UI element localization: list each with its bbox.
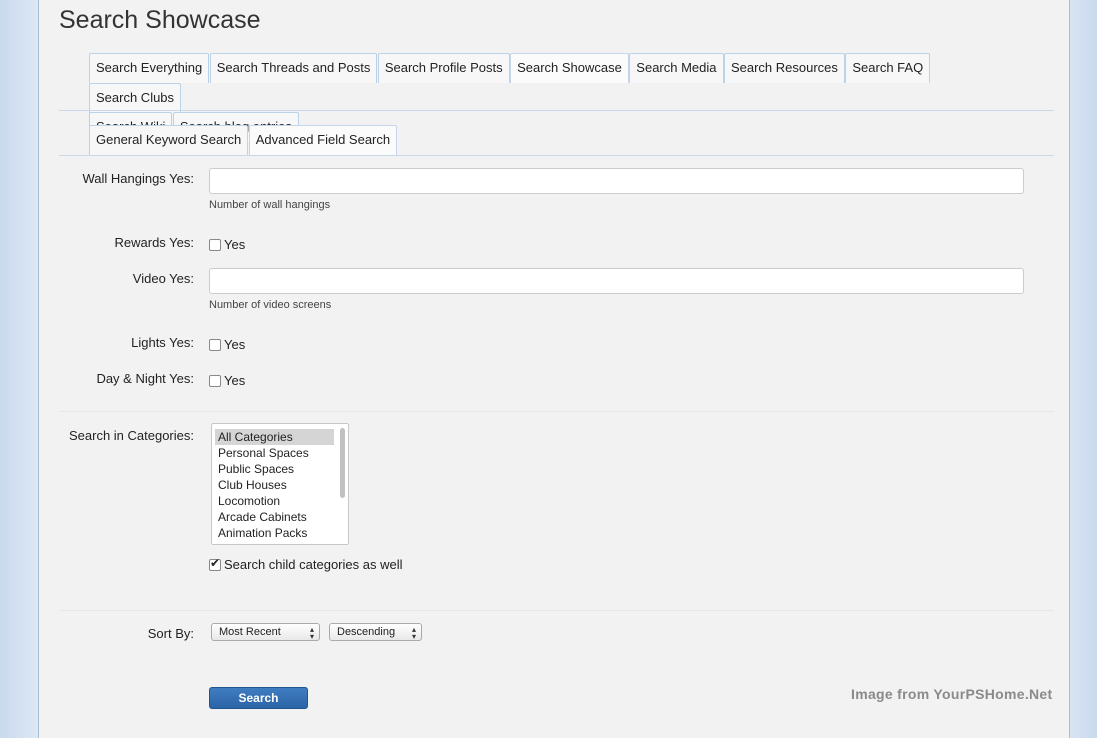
video-label: Video Yes: bbox=[132, 271, 194, 286]
lights-checkbox-box[interactable] bbox=[209, 338, 221, 351]
content-panel: Search Showcase Search Everything Search… bbox=[38, 0, 1070, 738]
search-button[interactable]: Search bbox=[209, 687, 308, 709]
sort-by-label: Sort By: bbox=[147, 626, 194, 641]
category-option[interactable]: Arcade Cabinets bbox=[215, 509, 334, 525]
lights-option-label: Yes bbox=[224, 337, 246, 352]
sort-order-value: Most Recent bbox=[219, 626, 281, 638]
category-option[interactable]: Animation Packs bbox=[215, 525, 334, 541]
tab-search-media[interactable]: Search Media bbox=[629, 53, 724, 83]
listbox-scrollbar[interactable] bbox=[340, 428, 345, 498]
tab-search-showcase[interactable]: Search Showcase bbox=[510, 53, 629, 83]
child-categories-checkbox[interactable]: Search child categories as well bbox=[209, 556, 403, 572]
tab-search-everything[interactable]: Search Everything bbox=[89, 53, 210, 83]
select-arrows-icon: ▴ ▾ bbox=[411, 625, 416, 641]
video-hint: Number of video screens bbox=[209, 299, 332, 311]
sort-direction-select[interactable]: Descending ▴ ▾ bbox=[329, 623, 422, 641]
day-night-checkbox-box[interactable] bbox=[209, 374, 221, 387]
categories-listbox[interactable]: All Categories Personal Spaces Public Sp… bbox=[211, 423, 349, 545]
day-night-checkbox[interactable]: Yes bbox=[209, 373, 245, 388]
tab-search-profile-posts[interactable]: Search Profile Posts bbox=[377, 53, 510, 83]
sort-direction-value: Descending bbox=[337, 626, 396, 638]
tab-general-keyword-search[interactable]: General Keyword Search bbox=[89, 125, 249, 155]
sort-order-select[interactable]: Most Recent ▴ ▾ bbox=[211, 623, 320, 641]
lights-checkbox[interactable]: Yes bbox=[209, 337, 245, 352]
day-night-option-label: Yes bbox=[224, 373, 246, 388]
category-option[interactable]: Club Houses bbox=[215, 477, 334, 493]
page-title: Search Showcase bbox=[59, 6, 261, 34]
rewards-label: Rewards Yes: bbox=[114, 235, 195, 250]
rewards-checkbox-box[interactable] bbox=[209, 238, 221, 251]
wall-hangings-label: Wall Hangings Yes: bbox=[82, 171, 194, 186]
tab-search-threads-posts[interactable]: Search Threads and Posts bbox=[209, 53, 378, 83]
tab-search-clubs[interactable]: Search Clubs bbox=[89, 83, 182, 113]
search-mode-tabs: General Keyword Search Advanced Field Se… bbox=[89, 125, 398, 155]
category-option[interactable]: Public Spaces bbox=[215, 461, 334, 477]
mode-tabs-divider bbox=[59, 155, 1054, 156]
wall-hangings-hint: Number of wall hangings bbox=[209, 199, 331, 211]
select-arrows-icon: ▴ ▾ bbox=[309, 625, 314, 641]
tab-search-faq[interactable]: Search FAQ bbox=[845, 53, 931, 83]
rewards-checkbox[interactable]: Yes bbox=[209, 237, 245, 252]
categories-label: Search in Categories: bbox=[68, 428, 194, 443]
category-option[interactable]: Locomotion bbox=[215, 493, 334, 509]
category-option[interactable]: Personal Spaces bbox=[215, 445, 334, 461]
day-night-label: Day & Night Yes: bbox=[96, 371, 194, 386]
tab-search-resources[interactable]: Search Resources bbox=[723, 53, 845, 83]
child-categories-checkbox-box[interactable] bbox=[209, 556, 221, 571]
category-option[interactable]: All Categories bbox=[215, 429, 334, 445]
wall-hangings-input[interactable] bbox=[209, 168, 1024, 194]
tabs-divider bbox=[59, 110, 1054, 111]
child-categories-label: Search child categories as well bbox=[224, 557, 403, 572]
rewards-option-label: Yes bbox=[224, 237, 246, 252]
video-input[interactable] bbox=[209, 268, 1024, 294]
watermark: Image from YourPSHome.Net bbox=[851, 686, 1053, 702]
lights-label: Lights Yes: bbox=[131, 335, 194, 350]
tab-advanced-field-search[interactable]: Advanced Field Search bbox=[248, 125, 398, 155]
section-divider bbox=[59, 610, 1054, 611]
section-divider bbox=[59, 411, 1054, 412]
